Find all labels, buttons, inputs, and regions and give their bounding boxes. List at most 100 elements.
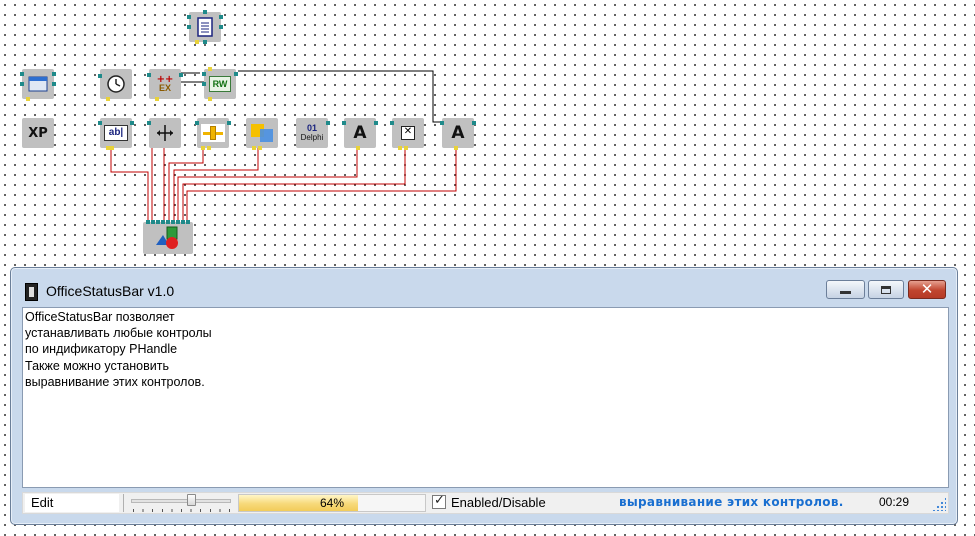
- office-status-bar: Edit 64% ✓ Enabled/Disable выравнивание …: [22, 492, 949, 514]
- check-icon: ✓: [434, 493, 445, 508]
- description-line: выравнивание этих контролов.: [25, 374, 205, 389]
- pin: [203, 10, 207, 14]
- clock-icon: [107, 75, 125, 93]
- close-icon: ✕: [920, 280, 934, 298]
- timer-component[interactable]: [98, 69, 132, 101]
- resize-grip-icon[interactable]: [932, 497, 946, 511]
- delphi-component[interactable]: 01 Delphi: [296, 118, 330, 148]
- pin: [195, 40, 199, 44]
- pin: [201, 146, 205, 150]
- pin: [156, 220, 160, 224]
- status-time: 00:29: [879, 495, 910, 509]
- exception-component[interactable]: ++ EX: [147, 69, 183, 101]
- pin: [181, 220, 185, 224]
- slider-icon: [201, 124, 225, 142]
- pin: [147, 73, 151, 77]
- a-label: A: [353, 123, 367, 143]
- window-title: OfficeStatusBar v1.0: [46, 283, 175, 299]
- pin: [98, 74, 102, 78]
- pin: [203, 40, 207, 44]
- pin: [166, 220, 170, 224]
- pin: [398, 146, 402, 150]
- pin: [326, 121, 330, 125]
- pin: [258, 146, 262, 150]
- pin: [356, 146, 360, 150]
- pin: [202, 82, 206, 86]
- status-bar-icon: [156, 226, 178, 249]
- delphi-icon: 01 Delphi: [301, 123, 324, 143]
- pin: [374, 121, 378, 125]
- exception-icon: ++ EX: [156, 74, 174, 93]
- pin: [208, 67, 212, 71]
- ex-label: EX: [158, 83, 171, 93]
- pin: [161, 220, 165, 224]
- pin: [187, 15, 191, 19]
- rw-label: RW: [212, 79, 228, 89]
- position-icon: [157, 125, 173, 141]
- document-component[interactable]: [187, 10, 223, 44]
- document-icon: [197, 17, 213, 37]
- minimize-icon: [840, 290, 851, 294]
- edit-component[interactable]: ab|: [98, 118, 134, 150]
- pin: [171, 220, 175, 224]
- divider: [123, 494, 124, 512]
- slider-component[interactable]: [195, 118, 231, 150]
- pin: [472, 121, 476, 125]
- status-edit-field[interactable]: Edit: [25, 494, 119, 512]
- pin: [202, 72, 206, 76]
- status-slider[interactable]: [129, 494, 233, 513]
- pin: [26, 97, 30, 101]
- pin: [176, 220, 180, 224]
- wire-red: [186, 148, 457, 222]
- checkbox-icon: ✕: [401, 126, 415, 140]
- a-label: A: [451, 123, 465, 143]
- delphi-digits: 01: [306, 123, 317, 133]
- read-write-component[interactable]: RW: [202, 67, 238, 101]
- title-bar[interactable]: OfficeStatusBar v1.0 ✕: [11, 268, 957, 308]
- pin: [155, 97, 159, 101]
- position-component[interactable]: [147, 118, 181, 148]
- read-write-icon: RW: [209, 76, 231, 92]
- enabled-checkbox-label[interactable]: Enabled/Disable: [451, 494, 546, 512]
- label-icon: A: [353, 123, 366, 143]
- maximize-button[interactable]: [868, 280, 904, 299]
- pin: [227, 121, 231, 125]
- pin: [147, 121, 151, 125]
- description-line: Также можно установить: [25, 358, 169, 373]
- pin: [207, 146, 211, 150]
- label-component[interactable]: A: [342, 118, 378, 150]
- pin: [219, 15, 223, 19]
- xp-style-component[interactable]: XP: [22, 118, 54, 148]
- pin: [219, 25, 223, 29]
- status-bar-component[interactable]: [143, 220, 193, 254]
- checkbox-component[interactable]: ✕: [390, 118, 424, 150]
- color-icon: [251, 124, 273, 142]
- pin: [390, 121, 394, 125]
- slider-ticks: [133, 509, 231, 512]
- enabled-checkbox[interactable]: ✓: [432, 493, 446, 509]
- xp-style-icon: XP: [28, 126, 48, 141]
- form-component[interactable]: [20, 69, 56, 101]
- label-component[interactable]: A: [440, 118, 476, 150]
- app-icon: [25, 283, 38, 301]
- pin: [404, 146, 408, 150]
- pin: [106, 97, 110, 101]
- status-progress-bar: 64%: [238, 494, 426, 512]
- description-memo[interactable]: OfficeStatusBar позволяет устанавливать …: [22, 307, 949, 488]
- pin: [454, 146, 458, 150]
- description-line: по индификатору PHandle: [25, 342, 178, 357]
- slider-thumb[interactable]: [187, 494, 197, 506]
- status-message: выравнивание этих контролов.: [619, 495, 844, 509]
- close-button[interactable]: ✕: [908, 280, 946, 299]
- color-component[interactable]: [246, 118, 278, 150]
- wire-black: [238, 70, 444, 123]
- pin: [234, 72, 238, 76]
- pin: [130, 121, 134, 125]
- pin: [440, 121, 444, 125]
- edit-box-icon: ab|: [104, 125, 128, 141]
- progress-text: 64%: [319, 496, 345, 510]
- pin: [186, 220, 190, 224]
- minimize-button[interactable]: [826, 280, 865, 299]
- pin: [20, 72, 24, 76]
- wire-red: [177, 148, 358, 222]
